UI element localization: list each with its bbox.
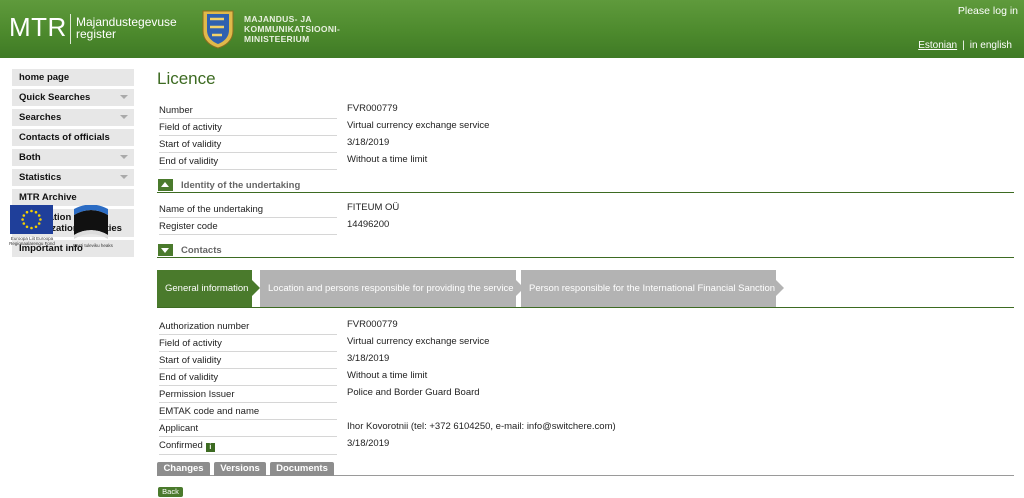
info-icon[interactable]: i [205, 443, 215, 452]
chevron-down-icon [120, 115, 128, 119]
tab-label: Location and persons responsible for pro… [268, 283, 514, 294]
eu-caption: Euroopa Liit Euroopa Regionaalarengu Fon… [9, 236, 55, 246]
field-row: Start of validity 3/18/2019 [157, 136, 1014, 153]
field-value: Without a time limit [347, 370, 428, 381]
field-row: Start of validity 3/18/2019 [157, 352, 1014, 369]
estonia-future-caption: Eesti tuleviku heaks [73, 243, 113, 248]
field-label: Authorization number [159, 321, 337, 335]
chevron-down-icon [120, 175, 128, 179]
field-value: 3/18/2019 [347, 438, 390, 449]
field-row: Number FVR000779 [157, 102, 1014, 119]
tab-versions[interactable]: Versions [214, 462, 266, 476]
field-value: Virtual currency exchange service [347, 336, 490, 347]
field-label: Start of validity [159, 139, 337, 153]
field-row: Authorization number FVR000779 [157, 318, 1014, 335]
field-row: End of validity Without a time limit [157, 153, 1014, 170]
section-contacts: Contacts [157, 243, 1014, 258]
field-label: EMTAK code and name [159, 406, 337, 420]
tab-sanction-person[interactable]: Person responsible for the International… [521, 270, 784, 307]
field-row: End of validity Without a time limit [157, 369, 1014, 386]
lang-estonian[interactable]: Estonian [918, 40, 957, 51]
field-row: Permission Issuer Police and Border Guard… [157, 386, 1014, 403]
field-label: Field of activity [159, 338, 337, 352]
field-label: End of validity [159, 372, 337, 386]
sidebar-item-quick-searches[interactable]: Quick Searches [12, 89, 134, 106]
field-value: 14496200 [347, 219, 390, 230]
field-row: EMTAK code and name [157, 403, 1014, 420]
field-value: FITEUM OÜ [347, 202, 400, 213]
field-value: Virtual currency exchange service [347, 120, 490, 131]
tab-label: Person responsible for the International… [529, 283, 776, 294]
field-row: Field of activity Virtual currency exchan… [157, 335, 1014, 352]
page-title: Licence [157, 69, 216, 88]
field-value: FVR000779 [347, 319, 398, 330]
sidebar-item-label: Contacts of officials [19, 132, 110, 143]
tab-arrow [252, 280, 260, 296]
field-label: Permission Issuer [159, 389, 337, 403]
brand-subtitle: Majandustegevuse register [76, 15, 177, 41]
tab-changes[interactable]: Changes [157, 462, 210, 476]
login-link[interactable]: Please log in [958, 5, 1018, 17]
field-label: Confirmed i [159, 440, 337, 455]
sidebar-item-archive[interactable]: MTR Archive [12, 189, 134, 206]
field-row: Field of activity Virtual currency exchan… [157, 119, 1014, 136]
field-value: 3/18/2019 [347, 137, 390, 148]
sidebar-item-label: Quick Searches [19, 92, 91, 103]
field-value: 3/18/2019 [347, 353, 390, 364]
estonia-future-logo-icon [74, 205, 108, 239]
ministry-name: MAJANDUS- JA KOMMUNIKATSIOONI- MINISTEER… [244, 14, 341, 44]
field-row: Name of the undertaking FITEUM OÜ [157, 201, 1014, 218]
sidebar-item-label: Both [19, 152, 41, 163]
field-value: Ihor Kovorotnii (tel: +372 6104250, e-ma… [347, 421, 616, 432]
language-switcher: Estonian | in english [918, 40, 1012, 51]
expand-toggle-icon[interactable] [158, 244, 173, 256]
sidebar-item-label: Searches [19, 112, 62, 123]
contact-tabs: General information Location and persons… [157, 270, 1014, 308]
header: MTR Majandustegevuse register MAJANDUS- … [0, 0, 1024, 58]
sidebar-item-label: Statistics [19, 172, 62, 183]
tab-location-persons[interactable]: Location and persons responsible for pro… [260, 270, 524, 307]
confirmed-label: Confirmed [159, 440, 203, 451]
eu-flag-icon [10, 205, 53, 234]
tab-label: General information [165, 283, 249, 294]
lang-separator: | [962, 40, 965, 51]
estonia-crest-icon [202, 10, 234, 49]
brand-separator [70, 14, 71, 44]
tab-documents[interactable]: Documents [270, 462, 334, 476]
field-label: Start of validity [159, 355, 337, 369]
section-title: Identity of the undertaking [181, 180, 301, 191]
field-row: Confirmed i 3/18/2019 [157, 437, 1014, 455]
section-title: Contacts [181, 245, 222, 256]
field-row: Register code 14496200 [157, 218, 1014, 235]
chevron-down-icon [120, 95, 128, 99]
field-row: Applicant Ihor Kovorotnii (tel: +372 6104… [157, 420, 1014, 437]
sidebar-item-home[interactable]: home page [12, 69, 134, 86]
history-tabs: Changes Versions Documents [157, 462, 1014, 476]
sidebar-item-label: MTR Archive [19, 192, 77, 203]
sidebar-item-statistics[interactable]: Statistics [12, 169, 134, 186]
field-label: Name of the undertaking [159, 204, 337, 218]
sidebar-item-searches[interactable]: Searches [12, 109, 134, 126]
field-label: Field of activity [159, 122, 337, 136]
brand-logo[interactable]: MTR [9, 12, 67, 43]
sidebar-item-contacts[interactable]: Contacts of officials [12, 129, 134, 146]
field-label: Applicant [159, 423, 337, 437]
collapse-toggle-icon[interactable] [158, 179, 173, 191]
tab-arrow [776, 280, 784, 296]
field-value: Police and Border Guard Board [347, 387, 480, 398]
tab-general-information[interactable]: General information [157, 270, 260, 307]
sponsor-logos: Euroopa Liit Euroopa Regionaalarengu Fon… [6, 205, 126, 265]
field-label: Register code [159, 221, 337, 235]
field-label: Number [159, 105, 337, 119]
sidebar-item-label: home page [19, 72, 70, 83]
section-identity: Identity of the undertaking [157, 178, 1014, 193]
field-label: End of validity [159, 156, 337, 170]
chevron-down-icon [120, 155, 128, 159]
lang-english[interactable]: in english [970, 40, 1012, 51]
field-value: Without a time limit [347, 154, 428, 165]
sidebar-item-both[interactable]: Both [12, 149, 134, 166]
field-value: FVR000779 [347, 103, 398, 114]
back-button[interactable]: Back [158, 487, 183, 497]
